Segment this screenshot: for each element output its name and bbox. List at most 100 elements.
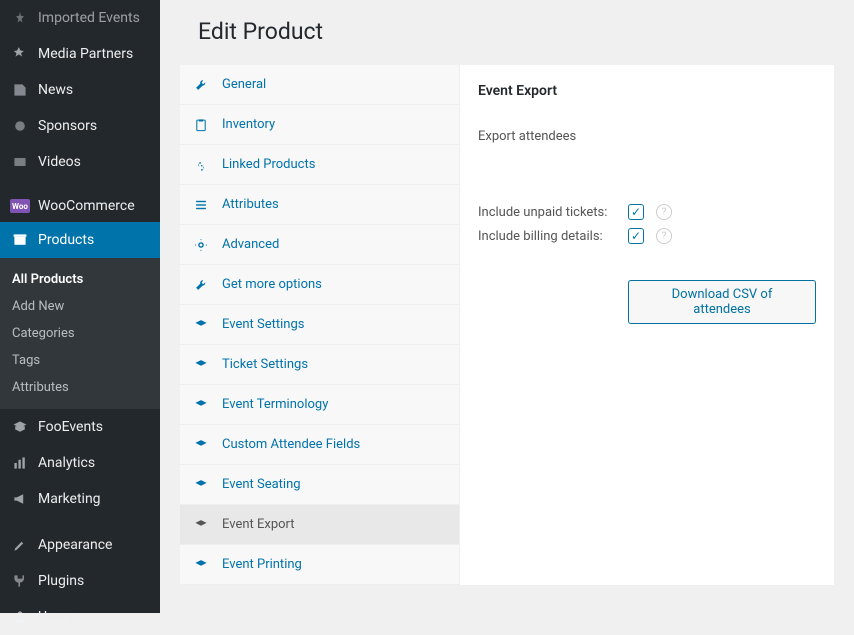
sidebar-item-videos[interactable]: Videos <box>0 144 160 180</box>
user-icon <box>10 607 30 627</box>
tab-event-printing[interactable]: Event Printing <box>180 545 459 585</box>
panel-title: Event Export <box>478 83 816 99</box>
panel-subtitle: Export attendees <box>478 129 816 144</box>
grad-icon <box>194 398 212 412</box>
sidebar-label: Users <box>38 609 74 625</box>
tab-event-export[interactable]: Event Export <box>180 505 459 545</box>
main-content: Edit Product General Inventory Linked Pr… <box>160 0 854 613</box>
gear-icon <box>194 238 212 252</box>
tab-label: Event Printing <box>222 557 302 572</box>
field-include-unpaid: Include unpaid tickets: ✓ ? <box>478 204 816 220</box>
sidebar-label: Media Partners <box>38 46 133 62</box>
link-icon <box>194 158 212 172</box>
sidebar-item-news[interactable]: News <box>0 72 160 108</box>
grad-icon <box>194 358 212 372</box>
tab-event-seating[interactable]: Event Seating <box>180 465 459 505</box>
grad-icon <box>194 518 212 532</box>
grad-icon <box>194 318 212 332</box>
tab-label: Ticket Settings <box>222 357 308 372</box>
sidebar-item-marketing[interactable]: Marketing <box>0 481 160 517</box>
tab-label: Advanced <box>222 237 279 252</box>
sidebar-item-woocommerce[interactable]: Woo WooCommerce <box>0 190 160 222</box>
active-arrow-icon <box>160 232 168 248</box>
brush-icon <box>10 535 30 555</box>
billing-checkbox[interactable]: ✓ <box>628 228 644 244</box>
grad-icon <box>194 438 212 452</box>
tab-event-terminology[interactable]: Event Terminology <box>180 385 459 425</box>
submenu-tags[interactable]: Tags <box>0 347 160 374</box>
archive-icon <box>10 230 30 250</box>
sidebar-label: Imported Events <box>38 10 140 26</box>
sidebar-item-imported-events[interactable]: Imported Events <box>0 0 160 36</box>
grad-icon <box>194 478 212 492</box>
plug-icon <box>10 571 30 591</box>
sidebar-item-plugins[interactable]: Plugins <box>0 563 160 599</box>
pin-icon <box>10 8 30 28</box>
submenu-categories[interactable]: Categories <box>0 320 160 347</box>
tab-label: Inventory <box>222 117 275 132</box>
sidebar-label: Plugins <box>38 573 84 589</box>
tab-linked-products[interactable]: Linked Products <box>180 145 459 185</box>
grad-icon <box>10 417 30 437</box>
tab-label: Event Terminology <box>222 397 328 412</box>
tab-custom-attendee-fields[interactable]: Custom Attendee Fields <box>180 425 459 465</box>
tab-label: Linked Products <box>222 157 315 172</box>
submenu-attributes[interactable]: Attributes <box>0 374 160 401</box>
tab-general[interactable]: General <box>180 65 459 105</box>
sidebar-item-users[interactable]: Users <box>0 599 160 635</box>
sidebar-item-analytics[interactable]: Analytics <box>0 445 160 481</box>
tab-get-more-options[interactable]: Get more options <box>180 265 459 305</box>
sidebar-label: WooCommerce <box>38 198 135 214</box>
sidebar-label: Videos <box>38 154 81 170</box>
admin-sidebar: Imported Events Media Partners News Spon… <box>0 0 160 613</box>
pin-icon <box>10 44 30 64</box>
help-icon[interactable]: ? <box>656 204 672 220</box>
page-title: Edit Product <box>160 0 854 65</box>
billing-label: Include billing details: <box>478 229 628 244</box>
unpaid-label: Include unpaid tickets: <box>478 205 628 220</box>
tab-inventory[interactable]: Inventory <box>180 105 459 145</box>
sidebar-item-sponsors[interactable]: Sponsors <box>0 108 160 144</box>
sidebar-label: Marketing <box>38 491 101 507</box>
chart-icon <box>10 453 30 473</box>
tab-ticket-settings[interactable]: Ticket Settings <box>180 345 459 385</box>
sidebar-label: FooEvents <box>38 419 103 435</box>
sidebar-label: Appearance <box>38 537 112 553</box>
tab-attributes[interactable]: Attributes <box>180 185 459 225</box>
submenu-all-products[interactable]: All Products <box>0 266 160 293</box>
sidebar-item-media-partners[interactable]: Media Partners <box>0 36 160 72</box>
megaphone-icon <box>10 489 30 509</box>
sidebar-label: Products <box>38 232 94 248</box>
tab-label: Get more options <box>222 277 322 292</box>
pin-icon <box>10 116 30 136</box>
help-icon[interactable]: ? <box>656 228 672 244</box>
field-include-billing: Include billing details: ✓ ? <box>478 228 816 244</box>
clipboard-icon <box>194 118 212 132</box>
event-export-panel: Event Export Export attendees Include un… <box>460 65 834 585</box>
sidebar-label: Analytics <box>38 455 95 471</box>
product-tabs: General Inventory Linked Products Attrib… <box>180 65 460 585</box>
product-data-panel: General Inventory Linked Products Attrib… <box>180 65 834 585</box>
wrench-icon <box>194 278 212 292</box>
pin-icon <box>10 152 30 172</box>
sidebar-item-appearance[interactable]: Appearance <box>0 527 160 563</box>
grad-icon <box>194 558 212 572</box>
sidebar-item-fooevents[interactable]: FooEvents <box>0 409 160 445</box>
sidebar-label: Sponsors <box>38 118 97 134</box>
tab-advanced[interactable]: Advanced <box>180 225 459 265</box>
tab-label: Event Export <box>222 517 295 532</box>
download-csv-button[interactable]: Download CSV of attendees <box>628 280 816 324</box>
tab-label: Event Settings <box>222 317 304 332</box>
tab-label: Attributes <box>222 197 279 212</box>
products-submenu: All Products Add New Categories Tags Att… <box>0 258 160 409</box>
sidebar-item-products[interactable]: Products <box>0 222 160 258</box>
woo-icon: Woo <box>10 199 30 213</box>
unpaid-checkbox[interactable]: ✓ <box>628 204 644 220</box>
list-icon <box>194 198 212 212</box>
tab-event-settings[interactable]: Event Settings <box>180 305 459 345</box>
wrench-icon <box>194 78 212 92</box>
submenu-add-new[interactable]: Add New <box>0 293 160 320</box>
tab-label: Custom Attendee Fields <box>222 437 360 452</box>
sidebar-label: News <box>38 82 73 98</box>
pin-icon <box>10 80 30 100</box>
